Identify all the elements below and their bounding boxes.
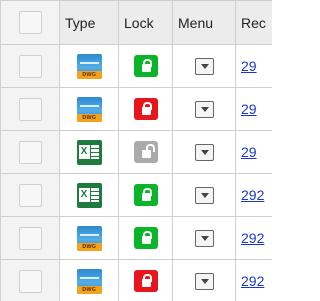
- row-checkbox[interactable]: [18, 183, 42, 207]
- select-all-header[interactable]: [0, 0, 60, 45]
- lock-icon[interactable]: [133, 227, 158, 249]
- type-cell[interactable]: DWG: [59, 259, 119, 301]
- row-select-cell[interactable]: [0, 173, 60, 217]
- row-select-cell[interactable]: [0, 130, 60, 174]
- lock-icon[interactable]: [133, 184, 158, 206]
- excel-icon: X: [76, 139, 102, 165]
- dwg-icon: DWG: [76, 53, 102, 79]
- dwg-icon: DWG: [76, 268, 102, 294]
- rec-cell[interactable]: 29: [235, 130, 272, 174]
- record-link[interactable]: 29: [241, 101, 257, 117]
- lock-icon[interactable]: [133, 55, 158, 77]
- table-row[interactable]: DWG 29: [0, 44, 272, 88]
- menu-column-header[interactable]: Menu: [172, 0, 236, 45]
- menu-header-label: Menu: [178, 14, 214, 31]
- select-all-checkbox[interactable]: [18, 11, 42, 34]
- rec-header-label: Rec: [241, 14, 266, 31]
- dropdown-menu-icon[interactable]: [194, 57, 214, 75]
- record-link[interactable]: 292: [241, 273, 264, 289]
- type-cell[interactable]: DWG: [59, 87, 119, 131]
- row-checkbox[interactable]: [18, 140, 42, 164]
- rec-cell[interactable]: 292: [235, 173, 272, 217]
- table-row[interactable]: X 292: [0, 173, 272, 217]
- record-link[interactable]: 292: [241, 230, 264, 246]
- dropdown-menu-icon[interactable]: [194, 143, 214, 161]
- lock-cell[interactable]: [118, 216, 173, 260]
- lock-cell[interactable]: [118, 173, 173, 217]
- record-link[interactable]: 29: [241, 58, 257, 74]
- lock-header-label: Lock: [124, 14, 154, 31]
- dwg-icon: DWG: [76, 225, 102, 251]
- file-table: Type Lock Menu Rec DWG 29 DWG 29 X 29 X …: [0, 0, 272, 301]
- type-cell[interactable]: X: [59, 130, 119, 174]
- menu-cell[interactable]: [172, 259, 236, 301]
- menu-cell[interactable]: [172, 130, 236, 174]
- type-cell[interactable]: DWG: [59, 216, 119, 260]
- record-link[interactable]: 29: [241, 144, 257, 160]
- header-row: Type Lock Menu Rec: [0, 0, 272, 45]
- table-row[interactable]: DWG 29: [0, 87, 272, 131]
- row-select-cell[interactable]: [0, 216, 60, 260]
- row-select-cell[interactable]: [0, 259, 60, 301]
- unlock-icon[interactable]: [133, 141, 158, 163]
- menu-cell[interactable]: [172, 87, 236, 131]
- type-cell[interactable]: X: [59, 173, 119, 217]
- row-select-cell[interactable]: [0, 87, 60, 131]
- row-select-cell[interactable]: [0, 44, 60, 88]
- dropdown-menu-icon[interactable]: [194, 100, 214, 118]
- rec-cell[interactable]: 29: [235, 44, 272, 88]
- type-header-label: Type: [65, 14, 96, 31]
- table-row[interactable]: DWG 292: [0, 216, 272, 260]
- lock-cell[interactable]: [118, 87, 173, 131]
- menu-cell[interactable]: [172, 44, 236, 88]
- lock-cell[interactable]: [118, 44, 173, 88]
- rec-cell[interactable]: 292: [235, 216, 272, 260]
- lock-column-header[interactable]: Lock: [118, 0, 173, 45]
- table-row[interactable]: X 29: [0, 130, 272, 174]
- row-checkbox[interactable]: [18, 97, 42, 121]
- dropdown-menu-icon[interactable]: [194, 229, 214, 247]
- menu-cell[interactable]: [172, 173, 236, 217]
- row-checkbox[interactable]: [18, 269, 42, 293]
- excel-icon: X: [76, 182, 102, 208]
- menu-cell[interactable]: [172, 216, 236, 260]
- type-column-header[interactable]: Type: [59, 0, 119, 45]
- dropdown-menu-icon[interactable]: [194, 272, 214, 290]
- type-cell[interactable]: DWG: [59, 44, 119, 88]
- file-grid: Type Lock Menu Rec DWG 29 DWG 29 X 29 X …: [0, 0, 272, 301]
- record-link[interactable]: 292: [241, 187, 264, 203]
- rec-column-header[interactable]: Rec: [235, 0, 272, 45]
- dwg-icon: DWG: [76, 96, 102, 122]
- table-row[interactable]: DWG 292: [0, 259, 272, 301]
- row-checkbox[interactable]: [18, 54, 42, 78]
- dropdown-menu-icon[interactable]: [194, 186, 214, 204]
- rec-cell[interactable]: 29: [235, 87, 272, 131]
- row-checkbox[interactable]: [18, 226, 42, 250]
- lock-icon[interactable]: [133, 270, 158, 292]
- lock-cell[interactable]: [118, 259, 173, 301]
- lock-icon[interactable]: [133, 98, 158, 120]
- rec-cell[interactable]: 292: [235, 259, 272, 301]
- lock-cell[interactable]: [118, 130, 173, 174]
